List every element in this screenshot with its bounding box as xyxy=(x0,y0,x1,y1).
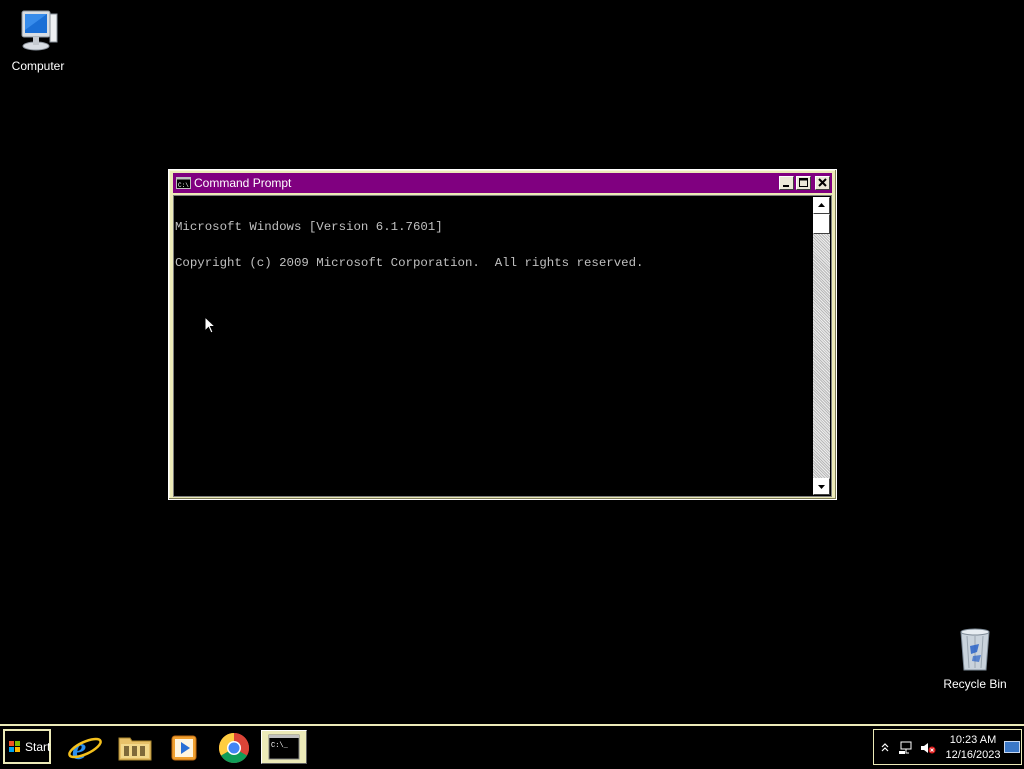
scroll-thumb[interactable] xyxy=(813,214,830,234)
mouse-cursor-icon xyxy=(204,316,216,334)
windows-logo-icon xyxy=(9,741,20,752)
clock[interactable]: 10:23 AM 12/16/2023 xyxy=(940,733,1006,763)
start-label: Start xyxy=(25,740,51,754)
window-title: Command Prompt xyxy=(194,176,292,190)
desktop: Computer Recycle Bin C:\ Command Prompt xyxy=(0,0,1024,724)
console-icon[interactable]: C:\ xyxy=(176,177,191,192)
taskbar: Start e C:\_ 10:23 AM 12/16/2023 xyxy=(0,724,1024,768)
console-area[interactable]: Microsoft Windows [Version 6.1.7601] Cop… xyxy=(173,195,832,497)
taskbar-app-internet-explorer[interactable]: e xyxy=(62,730,108,766)
console-line: Microsoft Windows [Version 6.1.7601] xyxy=(175,220,443,234)
console-line: Copyright (c) 2009 Microsoft Corporation… xyxy=(175,256,644,270)
recycle-bin-icon xyxy=(960,628,990,671)
computer-icon xyxy=(21,10,58,51)
svg-text:C:\: C:\ xyxy=(178,182,189,189)
command-prompt-window[interactable]: C:\ Command Prompt Microsoft Windows [Ve… xyxy=(168,169,837,500)
chrome-icon xyxy=(218,733,250,764)
scroll-down-button[interactable] xyxy=(813,478,830,495)
show-desktop-icon[interactable] xyxy=(1004,741,1020,755)
desktop-icon-computer[interactable]: Computer xyxy=(0,8,76,73)
maximize-icon xyxy=(799,178,808,187)
internet-explorer-icon: e xyxy=(68,730,102,766)
file-explorer-icon xyxy=(118,737,152,761)
scroll-up-button[interactable] xyxy=(813,197,830,214)
clock-date: 12/16/2023 xyxy=(945,749,1001,761)
start-button[interactable]: Start xyxy=(3,729,51,764)
clock-time: 10:23 AM xyxy=(949,734,997,746)
media-player-icon xyxy=(171,735,197,761)
close-button[interactable] xyxy=(815,176,830,190)
taskbar-app-media-player[interactable] xyxy=(161,730,207,764)
network-icon[interactable] xyxy=(898,741,914,755)
desktop-icon-recycle-bin[interactable]: Recycle Bin xyxy=(937,626,1013,691)
desktop-icon-label: Computer xyxy=(11,59,65,73)
arrow-up-icon xyxy=(818,203,825,207)
minimize-button[interactable] xyxy=(779,176,794,190)
taskbar-app-chrome[interactable] xyxy=(211,730,257,764)
arrow-down-icon xyxy=(818,485,825,489)
volume-muted-icon[interactable] xyxy=(920,741,936,755)
maximize-button[interactable] xyxy=(796,176,811,190)
vertical-scrollbar[interactable] xyxy=(813,197,830,495)
console-output[interactable]: Microsoft Windows [Version 6.1.7601] Cop… xyxy=(175,197,812,495)
taskbar-app-file-explorer[interactable] xyxy=(112,730,158,764)
desktop-icon-label: Recycle Bin xyxy=(943,677,1007,691)
close-icon xyxy=(818,178,827,187)
system-tray: 10:23 AM 12/16/2023 xyxy=(873,729,1022,765)
show-hidden-icons-icon[interactable] xyxy=(880,742,890,754)
minimize-icon xyxy=(783,185,789,187)
command-prompt-icon: C:\_ xyxy=(268,734,300,760)
svg-text:C:\_: C:\_ xyxy=(271,742,289,750)
window-titlebar[interactable]: C:\ Command Prompt xyxy=(173,173,832,193)
taskbar-app-command-prompt[interactable]: C:\_ xyxy=(261,730,307,764)
